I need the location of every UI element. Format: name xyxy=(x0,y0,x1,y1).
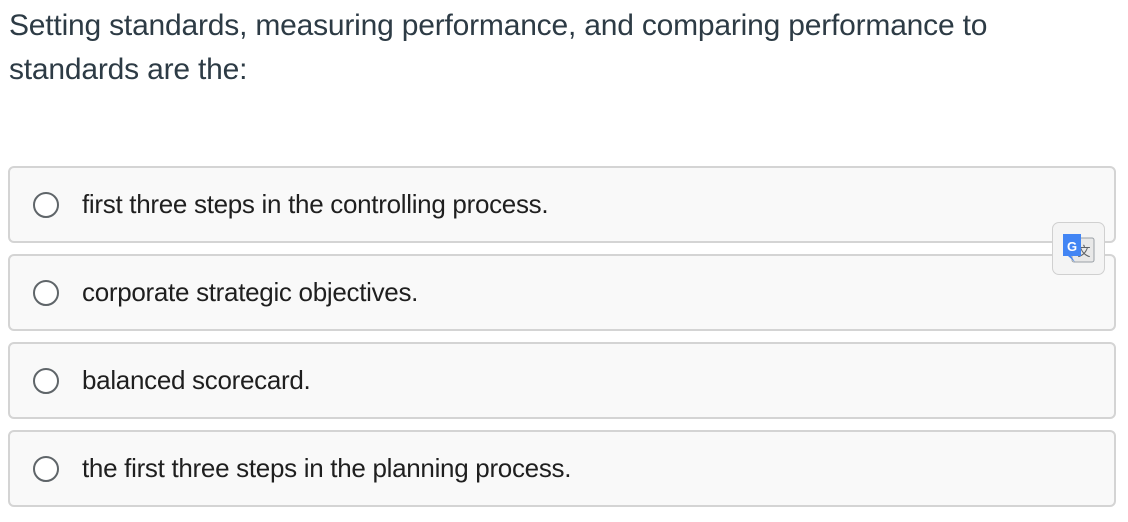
answer-label: balanced scorecard. xyxy=(82,365,311,395)
answer-label: corporate strategic objectives. xyxy=(82,277,419,307)
answer-list: first three steps in the controlling pro… xyxy=(8,166,1116,518)
answer-option[interactable]: corporate strategic objectives. xyxy=(8,254,1116,331)
answer-option[interactable]: first three steps in the controlling pro… xyxy=(8,166,1116,243)
translate-glyph-g: G xyxy=(1066,239,1076,254)
translate-button[interactable]: 文 G xyxy=(1052,222,1105,275)
question-text: Setting standards, measuring performance… xyxy=(9,9,988,86)
google-translate-icon: 文 G xyxy=(1062,233,1094,262)
answer-label: the first three steps in the planning pr… xyxy=(82,453,572,483)
answer-label: first three steps in the controlling pro… xyxy=(82,189,549,219)
radio-button[interactable] xyxy=(33,367,59,394)
answer-option[interactable]: the first three steps in the planning pr… xyxy=(8,430,1116,507)
radio-button[interactable] xyxy=(33,191,59,218)
radio-button[interactable] xyxy=(33,455,59,482)
answer-option[interactable]: balanced scorecard. xyxy=(8,342,1116,419)
radio-button[interactable] xyxy=(33,279,59,306)
